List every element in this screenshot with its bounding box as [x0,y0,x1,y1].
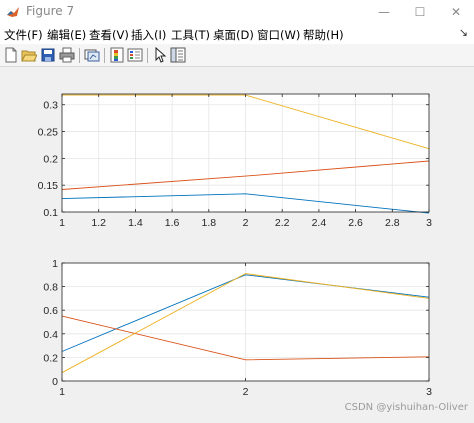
menu-tools[interactable]: 工具(T) [171,27,210,43]
new-figure-icon[interactable] [3,47,19,63]
y-tick-label: 0.8 [43,282,58,294]
figure-canvas: 1 1.2 1.4 1.6 1.8 2 2.2 2.4 2.6 2.8 3 0.1 0.15 0.2 0.2… [0,67,474,419]
y-tick-label: 0.6 [43,305,58,317]
x-tick-label: 3 [426,386,432,398]
x-tick-label: 2.6 [348,217,363,229]
x-tick-label: 1.6 [165,217,180,229]
menu-edit[interactable]: 编辑(E) [47,27,86,43]
menu-bar: 文件(F) 编辑(E) 查看(V) 插入(I) 工具(T) 桌面(D) 窗口(W… [0,24,474,44]
x-tick-label: 2 [243,217,249,229]
close-icon: ✕ [450,5,462,19]
y-tick-label: 0.2 [43,153,58,165]
window-title: Figure 7 [26,4,75,18]
legend-icon[interactable] [127,47,143,63]
y-tick-label: 0.15 [38,180,59,192]
matlab-logo-icon [7,7,19,17]
y-tick-label: 0.2 [43,352,58,364]
x-tick-label: 1.2 [91,217,106,229]
close-button[interactable]: ✕ [438,0,474,24]
figure-window: Figure 7 — ☐ ✕ 文件(F) 编辑(E) 查看(V) 插入(I) 工… [0,0,474,419]
title-bar[interactable]: Figure 7 — ☐ ✕ [0,0,474,24]
edit-plot-arrow-icon[interactable] [152,47,168,63]
colorbar-icon[interactable] [109,47,125,63]
menu-desktop[interactable]: 桌面(D) [213,27,254,43]
x-tick-label: 2.2 [275,217,290,229]
print-icon[interactable] [59,47,75,63]
x-tick-label: 1.8 [201,217,216,229]
undock-arrow-icon[interactable]: ↘ [459,26,468,39]
axes-2: 1 2 3 0 0.2 0.4 0.6 0.8 1 [43,258,432,398]
x-tick-label: 2.4 [312,217,327,229]
open-file-icon[interactable] [21,47,37,63]
x-tick-label: 2 [243,386,249,398]
csdn-watermark: CSDN @yishuihan-Oliver [344,402,468,413]
y-tick-label: 0.4 [43,329,58,341]
x-tick-label: 3 [426,217,432,229]
property-inspector-icon[interactable] [170,47,186,63]
menu-view[interactable]: 查看(V) [89,27,129,43]
menu-insert[interactable]: 插入(I) [131,27,166,43]
axes-1: 1 1.2 1.4 1.6 1.8 2 2.2 2.4 2.6 2.8 3 0.1 0.15 0.2 0.2… [38,93,432,229]
y-tick-label: 0.3 [43,100,58,112]
y-tick-label: 0.25 [38,127,59,139]
toolbar-separator [79,48,80,63]
y-tick-label: 1 [52,258,58,270]
x-tick-label: 2.8 [385,217,400,229]
menu-window[interactable]: 窗口(W) [257,27,300,43]
toolbar-separator [147,48,148,63]
plots-area: 1 1.2 1.4 1.6 1.8 2 2.2 2.4 2.6 2.8 3 0.1 0.15 0.2 0.2… [38,93,432,398]
figure-toolbar [0,44,474,67]
menu-file[interactable]: 文件(F) [4,27,43,43]
save-icon[interactable] [40,47,56,63]
toolbar-separator [104,48,105,63]
maximize-button[interactable]: ☐ [402,0,438,24]
x-tick-label: 1 [59,386,65,398]
link-plot-icon[interactable] [84,47,100,63]
minimize-icon: — [378,5,390,19]
y-tick-label: 0 [52,376,58,388]
y-tick-label: 0.1 [43,207,58,219]
minimize-button[interactable]: — [366,0,402,24]
x-tick-label: 1 [59,217,65,229]
x-tick-label: 1.4 [128,217,143,229]
menu-help[interactable]: 帮助(H) [303,27,344,43]
maximize-icon: ☐ [414,5,426,19]
